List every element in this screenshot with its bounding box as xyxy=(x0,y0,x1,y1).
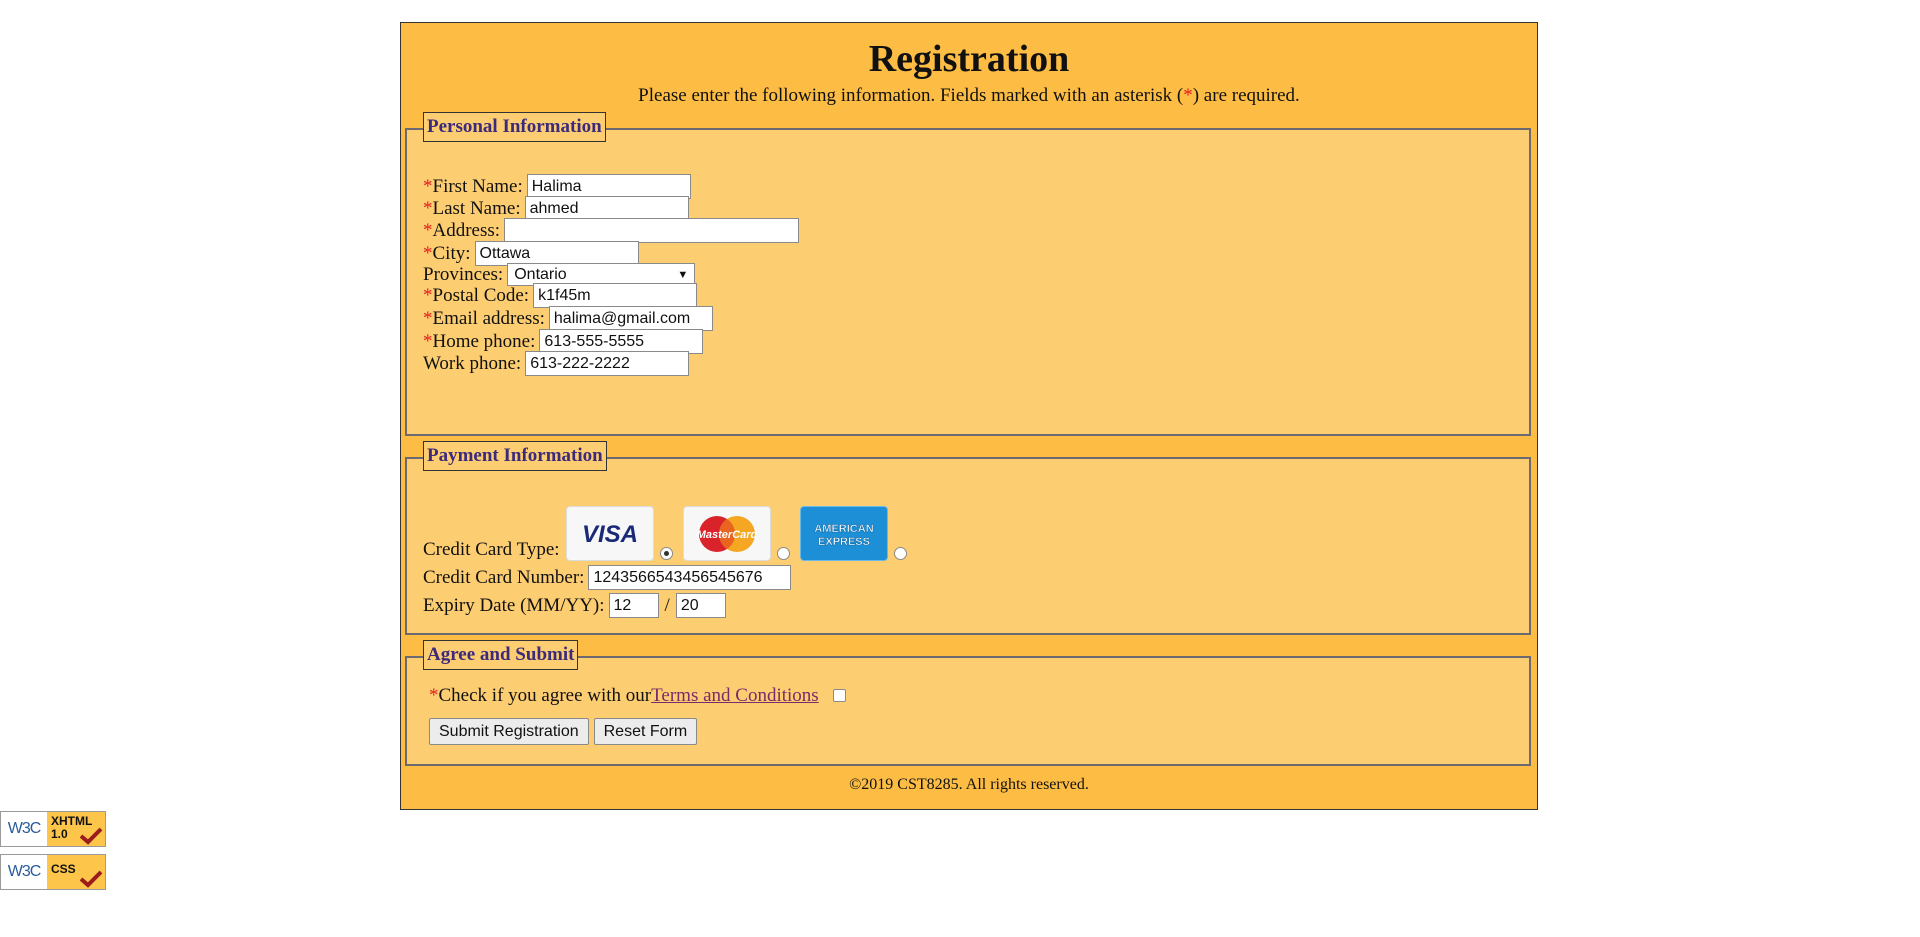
terms-checkbox[interactable] xyxy=(832,689,846,702)
visa-card-icon: VISA xyxy=(565,506,654,561)
mastercard-logo-icon: MasterCard xyxy=(696,515,757,552)
required-asterisk: * xyxy=(423,284,433,306)
card-number-input[interactable] xyxy=(588,565,792,590)
expiry-separator: / xyxy=(664,594,670,616)
svg-text:MasterCard: MasterCard xyxy=(696,529,757,541)
email-label: Email address: xyxy=(432,307,545,329)
svg-text:AMERICAN: AMERICAN xyxy=(814,523,873,535)
expiry-label: Expiry Date (MM/YY): xyxy=(423,594,605,616)
intro-text: Please enter the following information. … xyxy=(401,85,1537,107)
agree-submit-fieldset: Agree and Submit * Check if you agree wi… xyxy=(405,640,1531,766)
postal-code-label: Postal Code: xyxy=(432,284,530,306)
visa-radio[interactable] xyxy=(659,547,673,560)
w3c-logo: W3C xyxy=(7,820,42,837)
terms-text: Check if you agree with our xyxy=(438,684,652,706)
intro-asterisk: * xyxy=(1183,85,1193,106)
required-asterisk: * xyxy=(429,684,439,706)
work-phone-input[interactable] xyxy=(525,351,690,376)
css-badge-label: CSS xyxy=(47,855,105,889)
amex-logo-icon: AMERICAN EXPRESS xyxy=(814,522,874,548)
buttons-row: Submit Registration Reset Form xyxy=(429,718,698,745)
address-label: Address: xyxy=(432,219,501,241)
svg-text:EXPRESS: EXPRESS xyxy=(818,536,870,548)
personal-information-legend: Personal Information xyxy=(423,112,606,142)
dropdown-arrow-icon: ▼ xyxy=(677,268,689,281)
w3c-logo: W3C xyxy=(7,863,42,880)
checkmark-icon xyxy=(79,870,103,888)
intro-text-end: ) are required. xyxy=(1192,85,1300,106)
terms-link[interactable]: Terms and Conditions xyxy=(651,685,819,707)
required-asterisk: * xyxy=(423,307,433,329)
agree-submit-legend: Agree and Submit xyxy=(423,640,579,670)
terms-row: * Check if you agree with our Terms and … xyxy=(429,682,846,709)
amex-radio[interactable] xyxy=(893,547,907,560)
payment-information-legend: Payment Information xyxy=(423,441,607,471)
expiry-row: Expiry Date (MM/YY): / xyxy=(423,592,726,619)
svg-text:VISA: VISA xyxy=(582,521,638,547)
expiry-month-input[interactable] xyxy=(608,593,659,618)
xhtml-badge-label: XHTML 1.0 xyxy=(47,812,105,846)
card-type-label: Credit Card Type: xyxy=(423,539,560,560)
registration-container: Registration Please enter the following … xyxy=(400,22,1538,810)
mastercard-radio[interactable] xyxy=(776,547,790,560)
w3c-xhtml-badge[interactable]: W3C XHTML 1.0 xyxy=(0,811,106,847)
amex-card-icon: AMERICAN EXPRESS xyxy=(799,506,888,561)
province-selected-value: Ontario xyxy=(514,265,567,283)
w3c-css-badge[interactable]: W3C CSS xyxy=(0,854,106,890)
work-phone-row: Work phone: xyxy=(423,350,690,377)
payment-information-fieldset: Payment Information Credit Card Type: VI… xyxy=(405,441,1531,635)
card-number-label: Credit Card Number: xyxy=(423,566,585,588)
visa-logo-icon: VISA xyxy=(582,521,638,547)
card-type-row: Credit Card Type: VISA MasterCard AMERIC xyxy=(423,501,907,561)
submit-registration-button[interactable]: Submit Registration xyxy=(429,718,589,745)
personal-information-fieldset: Personal Information *First Name: *Last … xyxy=(405,112,1531,436)
card-number-row: Credit Card Number: xyxy=(423,564,792,591)
intro-text-start: Please enter the following information. … xyxy=(638,85,1184,106)
expiry-year-input[interactable] xyxy=(675,593,726,618)
required-asterisk: * xyxy=(423,219,433,241)
work-phone-label: Work phone: xyxy=(423,352,522,374)
checkmark-icon xyxy=(79,827,103,845)
copyright-footer: ©2019 CST8285. All rights reserved. xyxy=(849,776,1089,793)
mastercard-card-icon: MasterCard xyxy=(682,506,771,561)
reset-form-button[interactable]: Reset Form xyxy=(593,718,698,745)
page-title: Registration xyxy=(868,38,1070,80)
